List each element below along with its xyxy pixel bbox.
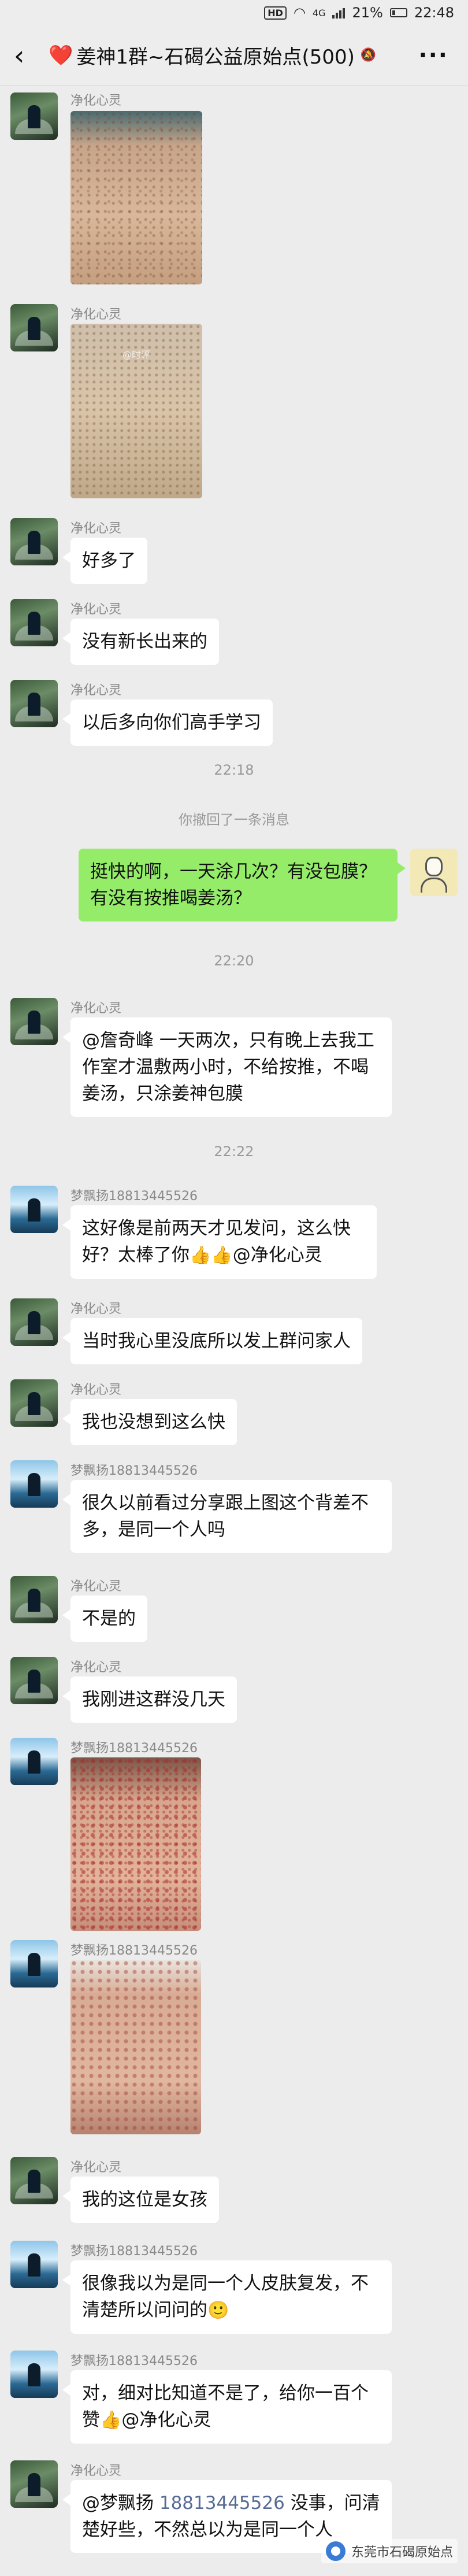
battery-level: 21% xyxy=(352,5,383,21)
avatar[interactable] xyxy=(10,1576,58,1623)
avatar[interactable] xyxy=(10,1379,58,1427)
text-bubble[interactable]: 当时我心里没底所以发上群问家人 xyxy=(62,1318,362,1364)
avatar[interactable] xyxy=(10,518,58,565)
text-bubble[interactable]: 没有新长出来的 xyxy=(62,619,219,665)
sender-name: 净化心灵 xyxy=(70,2160,122,2175)
avatar[interactable] xyxy=(10,2351,58,2398)
sender-name: 净化心灵 xyxy=(70,94,122,108)
avatar[interactable] xyxy=(10,1738,58,1785)
thumbs-up-icon: 👍👍 xyxy=(190,1245,233,1265)
text-bubble[interactable]: 对，细对比知道不是了，给你一百个赞👍@净化心灵 xyxy=(62,2370,392,2444)
heart-icon: ❤️ xyxy=(49,43,73,67)
sender-name: 梦飘扬18813445526 xyxy=(70,1944,198,1958)
text-bubble[interactable]: 不是的 xyxy=(62,1596,147,1642)
text-bubble[interactable]: 我刚进这群没几天 xyxy=(62,1676,237,1723)
text-bubble[interactable]: 很久以前看过分享跟上图这个背差不多，是同一个人吗 xyxy=(62,1480,392,1553)
image-message[interactable] xyxy=(70,1757,201,1931)
sender-name: 净化心灵 xyxy=(70,1660,122,1675)
timestamp: 22:22 xyxy=(214,1143,254,1160)
wifi-icon: ◠ xyxy=(293,5,306,21)
sender-name: 净化心灵 xyxy=(70,602,122,617)
thumbs-up-icon: 👍 xyxy=(100,2410,122,2430)
chat-title: ❤️ 姜神1群~石碣公益原始点(500) 🔕 xyxy=(49,41,413,69)
more-icon[interactable]: ··· xyxy=(413,42,454,69)
sender-name: 梦飘扬18813445526 xyxy=(70,1464,198,1478)
smile-emoji-icon: 🙂 xyxy=(207,2300,229,2320)
timestamp: 22:18 xyxy=(214,762,254,778)
hd-badge: HD xyxy=(264,6,287,20)
sender-name: 净化心灵 xyxy=(70,308,122,322)
sender-name: 梦飘扬18813445526 xyxy=(70,2354,198,2368)
text-bubble[interactable]: 我也没想到这么快 xyxy=(62,1399,237,1445)
status-bar: HD ◠ 4G 21% 22:48 xyxy=(0,0,468,25)
chat-header: ‹ ❤️ 姜神1群~石碣公益原始点(500) 🔕 ··· xyxy=(0,25,468,86)
avatar[interactable] xyxy=(10,1460,58,1508)
avatar[interactable] xyxy=(10,1298,58,1346)
sender-name: 净化心灵 xyxy=(70,521,122,536)
signal-icon xyxy=(332,7,346,18)
text-bubble[interactable]: 我的这位是女孩 xyxy=(62,2177,219,2223)
avatar[interactable] xyxy=(10,2157,58,2204)
image-message[interactable] xyxy=(70,111,202,284)
wechat-official-account-icon xyxy=(325,2541,346,2561)
sender-name: 净化心灵 xyxy=(70,1579,122,1594)
avatar[interactable] xyxy=(10,1186,58,1233)
sender-name: 净化心灵 xyxy=(70,1302,122,1316)
group-name: 姜神1群~石碣公益原始点(500) xyxy=(76,46,355,69)
avatar[interactable] xyxy=(10,2460,58,2508)
avatar[interactable] xyxy=(10,92,58,140)
source-watermark: 东莞市石碣原始点 xyxy=(321,2539,458,2563)
network-label: 4G xyxy=(312,7,326,18)
avatar[interactable] xyxy=(10,1940,58,1987)
sender-name: 梦飘扬18813445526 xyxy=(70,2244,198,2259)
timestamp: 22:20 xyxy=(214,953,254,969)
avatar[interactable] xyxy=(10,680,58,727)
mute-icon: 🔕 xyxy=(360,48,377,62)
watermark-text: 东莞市石碣原始点 xyxy=(351,2545,453,2560)
text-bubble[interactable]: 好多了 xyxy=(62,538,147,584)
sender-name: 净化心灵 xyxy=(70,2464,122,2478)
avatar[interactable] xyxy=(10,1657,58,1704)
image-watermark: @时评 xyxy=(122,349,150,360)
avatar[interactable] xyxy=(10,998,58,1045)
phone-link[interactable]: 18813445526 xyxy=(159,2493,285,2514)
clock: 22:48 xyxy=(414,5,454,21)
sender-name: 净化心灵 xyxy=(70,1383,122,1397)
avatar[interactable] xyxy=(10,2241,58,2288)
text-bubble[interactable]: @詹奇峰 一天两次，只有晚上去我工作室才温敷两小时，不给按推，不喝姜汤，只涂姜神… xyxy=(62,1017,392,1117)
sender-name: 梦飘扬18813445526 xyxy=(70,1741,198,1756)
text-bubble[interactable]: 这好像是前两天才见发问，这么快好？太棒了你👍👍@净化心灵 xyxy=(62,1205,377,1279)
text-bubble[interactable]: 以后多向你们高手学习 xyxy=(62,699,273,746)
sender-name: 净化心灵 xyxy=(70,1001,122,1016)
back-icon[interactable]: ‹ xyxy=(14,42,49,69)
image-message[interactable]: @时评 xyxy=(70,324,202,498)
avatar[interactable] xyxy=(10,304,58,351)
avatar-self[interactable] xyxy=(410,849,458,896)
battery-icon xyxy=(389,8,407,17)
sender-name: 净化心灵 xyxy=(70,683,122,698)
image-message[interactable] xyxy=(70,1960,201,2134)
mention: @净化心灵 xyxy=(232,1245,322,1265)
avatar[interactable] xyxy=(10,599,58,646)
text-bubble[interactable]: 很像我以为是同一个人皮肤复发，不清楚所以问问的🙂 xyxy=(62,2260,392,2334)
sender-name: 梦飘扬18813445526 xyxy=(70,1189,198,1204)
text-bubble-self[interactable]: 挺快的啊，一天涂几次？有没包膜？有没有按推喝姜汤？ xyxy=(79,849,406,921)
mention: @梦飘扬 xyxy=(82,2493,154,2514)
mention: @净化心灵 xyxy=(121,2410,211,2430)
recall-notice: 你撤回了一条消息 xyxy=(179,812,289,828)
